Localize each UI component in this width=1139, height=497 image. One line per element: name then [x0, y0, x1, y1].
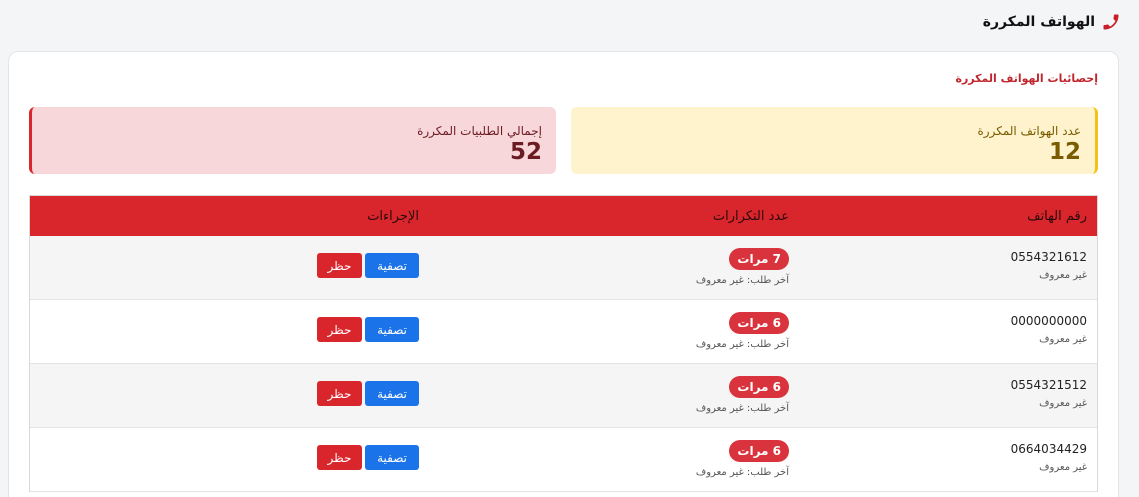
phone-number: 0664034429	[1010, 442, 1087, 456]
count-badge: 6 مرات	[729, 375, 789, 398]
stat-label: عدد الهواتف المكررة	[977, 124, 1081, 138]
header-actions: الإجراءات	[367, 208, 419, 224]
block-button[interactable]: حظر	[317, 253, 362, 278]
duplicates-table: رقم الهاتف عدد التكرارات الإجراءات 05543…	[29, 195, 1098, 492]
phone-number: 0000000000	[1010, 314, 1087, 328]
clear-button[interactable]: تصفية	[365, 445, 419, 470]
clear-button[interactable]: تصفية	[365, 253, 419, 278]
last-order: آخر طلب: غير معروف	[695, 338, 789, 350]
table-row: 0554321612 غير معروف 7 مرات آخر طلب: غير…	[30, 236, 1097, 300]
customer-name: غير معروف	[1039, 462, 1087, 473]
table-row: 0664034429 غير معروف 6 مرات آخر طلب: غير…	[30, 428, 1097, 492]
customer-name: غير معروف	[1039, 398, 1087, 409]
table-row: 0554321512 غير معروف 6 مرات آخر طلب: غير…	[30, 364, 1097, 428]
stats-card: إحصائيات الهواتف المكررة عدد الهواتف الم…	[8, 51, 1119, 497]
header-phone: رقم الهاتف	[1027, 208, 1087, 224]
last-order: آخر طلب: غير معروف	[695, 466, 789, 478]
count-badge: 7 مرات	[729, 247, 789, 270]
stat-value: 52	[509, 139, 542, 165]
clear-button[interactable]: تصفية	[365, 381, 419, 406]
page-header: الهواتف المكررة	[983, 12, 1121, 32]
stat-value: 12	[1048, 139, 1081, 165]
block-button[interactable]: حظر	[317, 317, 362, 342]
phone-icon	[1101, 12, 1121, 32]
stat-duplicate-orders: إجمالي الطلبيات المكررة 52	[29, 107, 556, 174]
stat-duplicate-phones: عدد الهواتف المكررة 12	[571, 107, 1098, 174]
customer-name: غير معروف	[1039, 334, 1087, 345]
phone-number: 0554321512	[1010, 378, 1087, 392]
stat-label: إجمالي الطلبيات المكررة	[417, 124, 542, 138]
clear-button[interactable]: تصفية	[365, 317, 419, 342]
count-badge: 6 مرات	[729, 311, 789, 334]
header-count: عدد التكرارات	[712, 208, 789, 224]
block-button[interactable]: حظر	[317, 445, 362, 470]
table-header: رقم الهاتف عدد التكرارات الإجراءات	[30, 196, 1097, 236]
block-button[interactable]: حظر	[317, 381, 362, 406]
customer-name: غير معروف	[1039, 270, 1087, 281]
page-title: الهواتف المكررة	[982, 14, 1095, 30]
last-order: آخر طلب: غير معروف	[695, 274, 789, 286]
last-order: آخر طلب: غير معروف	[695, 402, 789, 414]
phone-number: 0554321612	[1010, 250, 1087, 264]
table-row: 0000000000 غير معروف 6 مرات آخر طلب: غير…	[30, 300, 1097, 364]
section-title: إحصائيات الهواتف المكررة	[955, 72, 1098, 85]
count-badge: 6 مرات	[729, 439, 789, 462]
